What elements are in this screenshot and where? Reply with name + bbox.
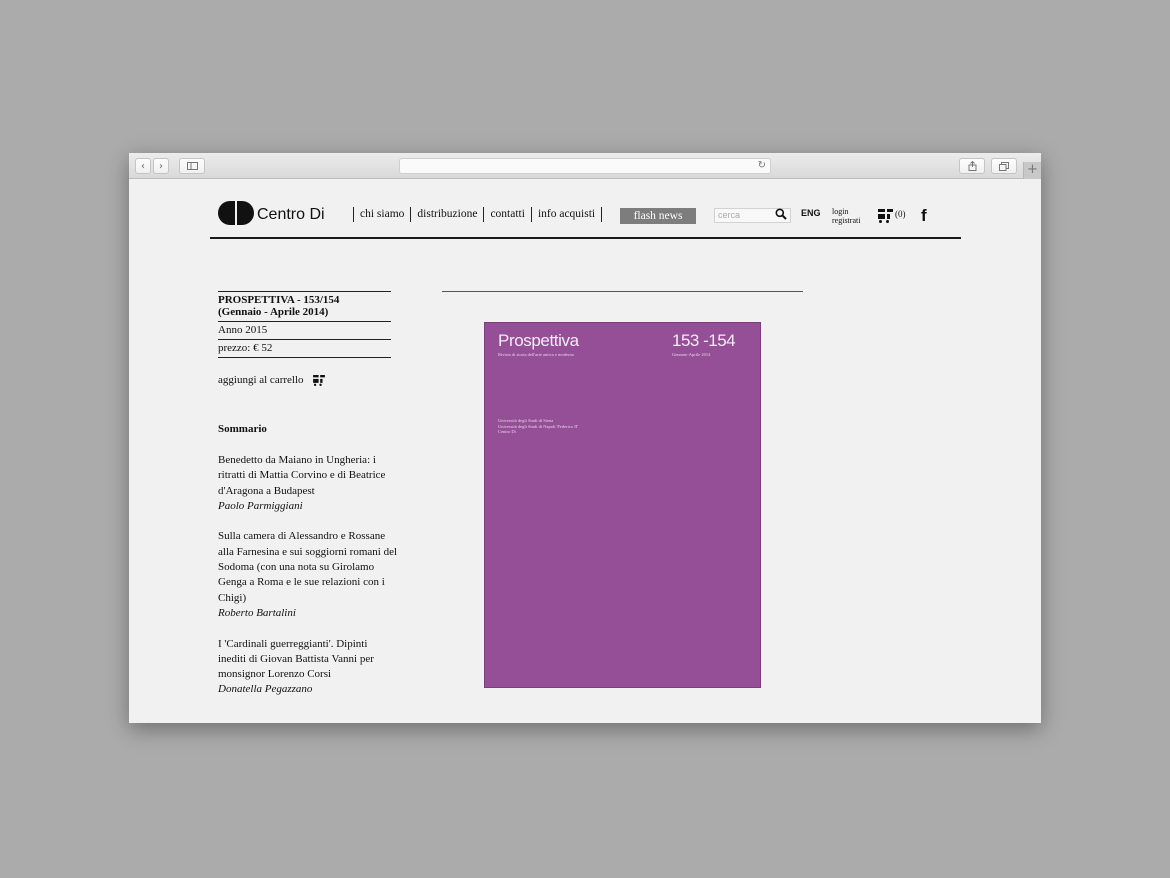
login-link[interactable]: login [832, 207, 860, 216]
article-title: Sulla camera di Alessandro e Rossane all… [218, 530, 398, 604]
article-title: I 'Cardinali guerreggianti'. Dipinti ine… [218, 637, 374, 681]
product-info: PROSPETTIVA - 153/154 (Gennaio - Aprile … [218, 291, 391, 358]
cover-date: Gennaio-Aprile 2014 [672, 352, 711, 357]
new-tab-button[interactable]: + [1023, 162, 1041, 179]
nav-item-info-acquisti[interactable]: info acquisti [530, 207, 603, 222]
reload-icon[interactable]: ↻ [758, 160, 766, 171]
cover-issue: 153 -154 [672, 331, 736, 350]
cart-icon[interactable] [878, 209, 893, 223]
back-button[interactable]: ‹ [135, 158, 151, 174]
account-links: login registrati [832, 207, 860, 225]
list-item: Benedetto da Maiano in Ungheria: i ritra… [218, 453, 398, 514]
add-to-cart-button[interactable]: aggiungi al carrello [218, 374, 325, 386]
nav-item-contatti[interactable]: contatti [483, 207, 531, 222]
product-title-line1: PROSPETTIVA - 153/154 [218, 294, 340, 306]
cart-icon [312, 374, 325, 386]
nav-item-distribuzione[interactable]: distribuzione [410, 207, 483, 222]
cart-count[interactable]: (0) [895, 209, 906, 219]
centro-di-logo-icon[interactable] [218, 201, 254, 225]
forward-button[interactable]: › [153, 158, 169, 174]
tabs-icon [999, 161, 1009, 171]
product-title-line2: (Gennaio - Aprile 2014) [218, 306, 329, 318]
search-icon[interactable] [775, 208, 787, 220]
facebook-icon[interactable]: f [921, 206, 927, 226]
share-icon [968, 161, 976, 171]
list-item: I 'Cardinali guerreggianti'. Dipinti ine… [218, 637, 398, 698]
cover-subtitle: Rivista di storia dell'arte antica e mod… [498, 352, 574, 357]
chevron-right-icon: › [159, 160, 163, 172]
language-switch[interactable]: ENG [801, 208, 821, 218]
sidebar-toggle-button[interactable] [179, 158, 205, 174]
summary-list: Benedetto da Maiano in Ungheria: i ritra… [218, 453, 398, 713]
nav-item-chi-siamo[interactable]: chi siamo [353, 207, 410, 222]
divider [442, 291, 803, 292]
cover-publishers: Università degli Studi di Siena Universi… [498, 418, 578, 435]
product-title: PROSPETTIVA - 153/154 (Gennaio - Aprile … [218, 291, 391, 321]
register-link[interactable]: registrati [832, 216, 860, 225]
product-year: Anno 2015 [218, 321, 391, 339]
sidebar-icon [186, 162, 198, 170]
article-title: Benedetto da Maiano in Ungheria: i ritra… [218, 454, 386, 497]
browser-toolbar: ‹ › ↻ + [129, 153, 1041, 179]
list-item: Sulla camera di Alessandro e Rossane all… [218, 529, 398, 621]
main-nav: chi siamo distribuzione contatti info ac… [353, 207, 603, 222]
cover-publisher-line: Centro Di [498, 429, 516, 434]
tabs-overview-button[interactable] [991, 158, 1017, 174]
brand-name[interactable]: Centro Di [257, 206, 325, 224]
flash-news-button[interactable]: flash news [620, 208, 696, 224]
cover-image[interactable]: Prospettiva 153 -154 Rivista di storia d… [484, 322, 761, 688]
article-author: Roberto Bartalini [218, 606, 296, 619]
share-button[interactable] [959, 158, 985, 174]
chevron-left-icon: ‹ [141, 160, 145, 172]
product-price: prezzo: € 52 [218, 339, 391, 358]
cover-title: Prospettiva [498, 331, 579, 350]
article-author: Donatella Pegazzano [218, 683, 313, 696]
summary-heading: Sommario [218, 423, 267, 435]
site-header: Centro Di chi siamo distribuzione contat… [210, 193, 961, 239]
article-author: Paolo Parmiggiani [218, 499, 303, 512]
browser-window: ‹ › ↻ + Centro Di chi siamo distribuzion… [129, 153, 1041, 723]
address-bar[interactable]: ↻ [399, 158, 771, 174]
add-to-cart-label: aggiungi al carrello [218, 374, 304, 386]
